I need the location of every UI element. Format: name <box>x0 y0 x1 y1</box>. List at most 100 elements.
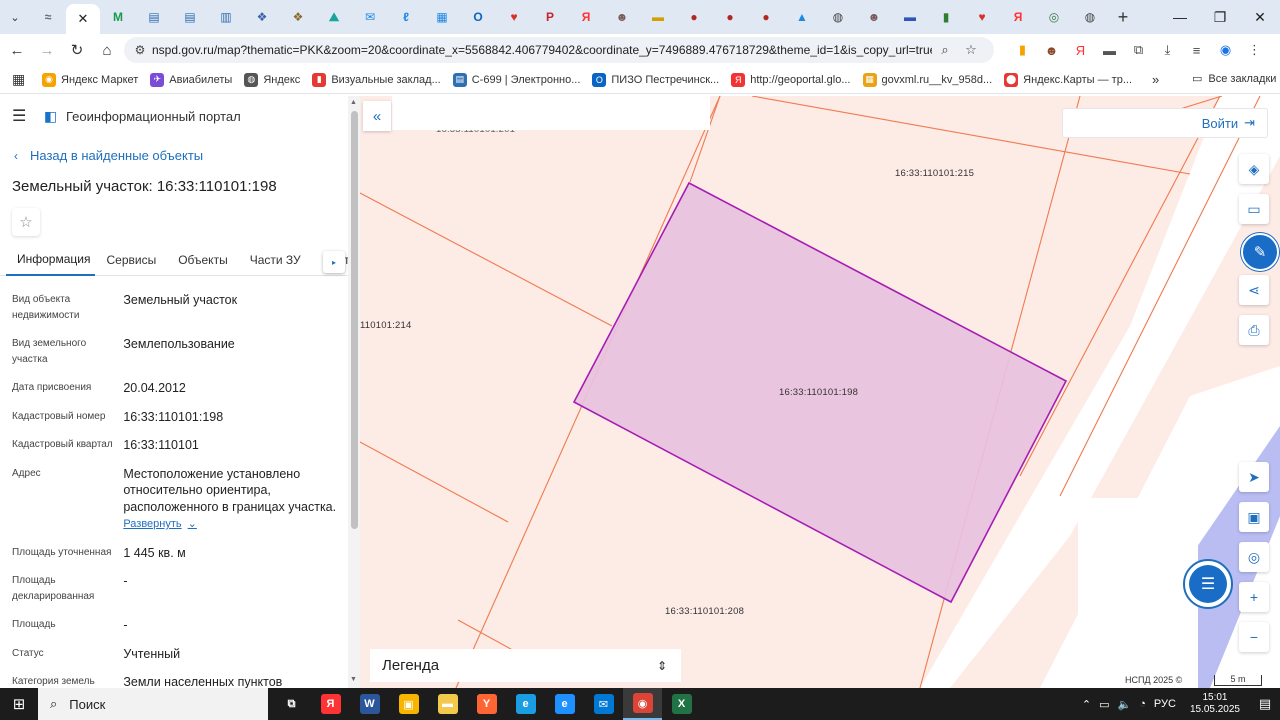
extension-avatar-icon[interactable]: ☻ <box>1037 35 1066 65</box>
apps-grid-icon[interactable]: ▦ <box>12 71 28 88</box>
basemap-icon[interactable]: ▣ <box>1239 502 1269 532</box>
support-chat-button[interactable]: ☰ <box>1183 559 1233 609</box>
address-bar[interactable]: ⚙ nspd.gov.ru/map?thematic=PKK&zoom=20&c… <box>124 37 994 63</box>
panel-tab[interactable]: Сервисы <box>95 244 167 276</box>
notifications-icon[interactable]: ▤ <box>1250 696 1280 712</box>
panel-tab[interactable]: Части ЗУ <box>239 244 312 276</box>
tray-device-icon[interactable]: ▭ <box>1099 698 1109 711</box>
bookmark-item[interactable]: ▮ Визуальные заклад... <box>312 72 441 87</box>
bookmark-item[interactable]: ✈ Авиабилеты <box>150 72 232 87</box>
browser-tab[interactable]: ▲ <box>784 3 820 31</box>
clock[interactable]: 15:01 15.05.2025 <box>1190 692 1240 716</box>
bookmark-item[interactable]: ◍ Яндекс <box>244 72 300 87</box>
browser-tab[interactable]: ℓ <box>388 3 424 31</box>
browser-tab[interactable]: ♥ <box>964 3 1000 31</box>
reload-icon[interactable]: ↻ <box>62 35 92 65</box>
taskbar-app[interactable]: Я <box>311 688 350 720</box>
layers-icon[interactable]: ◈ <box>1239 154 1269 184</box>
zoom-in-icon[interactable]: + <box>1239 582 1269 612</box>
site-info-icon[interactable]: ⚙ <box>128 43 152 57</box>
extension-yandex-icon[interactable]: Я <box>1066 35 1095 65</box>
bookmark-item[interactable]: ⬤ Яндекс.Карты — тр... <box>1004 72 1132 87</box>
browser-tab[interactable]: ❖ <box>280 3 316 31</box>
url-text[interactable]: nspd.gov.ru/map?thematic=PKK&zoom=20&coo… <box>152 43 932 57</box>
browser-tab[interactable]: Я <box>568 3 604 31</box>
bookmark-item[interactable]: O ПИЗО Пестречинск... <box>592 72 719 87</box>
profile-icon[interactable]: ◉ <box>1211 35 1240 65</box>
ruler-icon[interactable]: ▭ <box>1239 194 1269 224</box>
collapse-panel-icon[interactable]: « <box>363 101 391 131</box>
browser-tab[interactable]: ◍ <box>820 3 856 31</box>
expand-legend-icon[interactable]: ⇕ <box>657 659 667 673</box>
browser-tab[interactable]: ▮ <box>928 3 964 31</box>
zoom-search-icon[interactable]: ⌕ <box>932 42 958 58</box>
download-icon[interactable]: ⤓ <box>1153 35 1182 65</box>
network-icon[interactable]: ◔ <box>1139 698 1146 710</box>
browser-tab[interactable]: ▬ <box>892 3 928 31</box>
extension-hat-icon[interactable]: ▬ <box>1095 35 1124 65</box>
more-bookmarks-icon[interactable]: » <box>1152 72 1159 87</box>
favorite-star-icon[interactable]: ☆ <box>12 208 40 236</box>
tray-chevron-icon[interactable]: ⌃ <box>1082 698 1091 711</box>
map-search-area[interactable] <box>392 96 710 130</box>
browser-tab[interactable]: ▦ <box>424 3 460 31</box>
expand-address-link[interactable]: Развернуть ⌄ <box>123 516 197 533</box>
language-indicator[interactable]: РУС <box>1154 698 1176 710</box>
tab-search-button[interactable]: ⌄ <box>0 0 30 34</box>
taskbar-app[interactable]: ✉ <box>584 688 623 720</box>
browser-tab[interactable]: ▬ <box>640 3 676 31</box>
extensions-puzzle-icon[interactable]: ⧉ <box>1124 35 1153 65</box>
windows-start-icon[interactable]: ⊞ <box>0 688 38 720</box>
browser-tab[interactable]: ≈ <box>30 3 66 31</box>
home-icon[interactable]: ⌂ <box>92 35 122 65</box>
taskbar-search[interactable]: ⌕ Поиск <box>38 688 268 720</box>
browser-tab[interactable]: ▤ <box>136 3 172 31</box>
bookmark-item[interactable]: ▦ govxml.ru__kv_958d... <box>862 72 992 87</box>
all-bookmarks-button[interactable]: ▭ Все закладки <box>1192 72 1276 86</box>
taskbar-app[interactable]: W <box>350 688 389 720</box>
login-button[interactable]: Войти ⇥ <box>1062 108 1268 138</box>
taskbar-app[interactable]: Y <box>467 688 506 720</box>
close-window-icon[interactable]: ✕ <box>1240 0 1280 34</box>
minimize-icon[interactable]: — <box>1160 0 1200 34</box>
panel-tab[interactable]: Информация <box>6 244 96 276</box>
browser-tab[interactable]: M <box>100 3 136 31</box>
back-to-results-link[interactable]: ‹ Назад в найденные объекты <box>14 148 203 163</box>
browser-tab[interactable]: ▥ <box>208 3 244 31</box>
forward-arrow-icon[interactable]: → <box>32 35 62 65</box>
bookmark-item[interactable]: ◉ Яндекс Маркет <box>42 72 138 87</box>
zoom-out-icon[interactable]: − <box>1239 622 1269 652</box>
maximize-icon[interactable]: ❐ <box>1200 0 1240 34</box>
assistant-chat-icon[interactable]: ✎ <box>1241 233 1279 271</box>
map-view[interactable]: 16:33:110101:215 110101:214 16:33:110101… <box>360 96 1280 688</box>
taskbar-app[interactable]: ◉ <box>623 688 662 720</box>
browser-tab[interactable]: ☻ <box>856 3 892 31</box>
menu-dots-icon[interactable]: ⋮ <box>1240 35 1269 65</box>
browser-tab[interactable]: ◎ <box>1036 3 1072 31</box>
browser-tab[interactable]: ◍ <box>1072 3 1108 31</box>
browser-tab[interactable]: P <box>532 3 568 31</box>
browser-tab[interactable]: ✕ <box>66 4 100 34</box>
browser-tab[interactable]: ▤ <box>172 3 208 31</box>
extension-flag-icon[interactable]: ▮ <box>1008 35 1037 65</box>
browser-tab[interactable]: Я <box>1000 3 1036 31</box>
taskbar-app[interactable]: ⧉ <box>272 688 311 720</box>
browser-tab[interactable]: ☻ <box>604 3 640 31</box>
taskbar-app[interactable]: X <box>662 688 701 720</box>
taskbar-app[interactable]: e <box>506 688 545 720</box>
browser-tab[interactable]: ✉ <box>352 3 388 31</box>
taskbar-app[interactable]: ▬ <box>428 688 467 720</box>
tabs-scroll-right-icon[interactable]: ▸ <box>323 251 345 273</box>
share-icon[interactable]: ⋖ <box>1239 275 1269 305</box>
browser-tab[interactable]: ● <box>676 3 712 31</box>
panel-tab[interactable]: Объекты <box>167 244 239 276</box>
browser-tab[interactable]: ● <box>712 3 748 31</box>
media-controls-icon[interactable]: ≡ <box>1182 35 1211 65</box>
scroll-down-icon[interactable]: ▼ <box>350 676 357 683</box>
browser-tab[interactable]: ❖ <box>244 3 280 31</box>
taskbar-app[interactable]: ▣ <box>389 688 428 720</box>
browser-tab[interactable]: ⛰ <box>316 3 352 31</box>
print-icon[interactable]: ⎙ <box>1239 315 1269 345</box>
hamburger-menu-icon[interactable]: ☰ <box>12 106 32 126</box>
bookmark-star-icon[interactable]: ☆ <box>958 42 984 58</box>
